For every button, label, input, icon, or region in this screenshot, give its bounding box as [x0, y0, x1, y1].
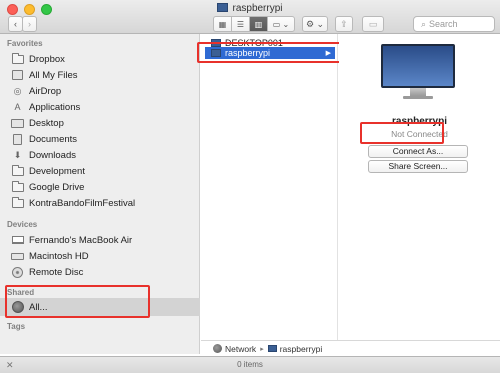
column-view-icon: ▥	[254, 19, 263, 29]
computer-icon	[211, 39, 221, 47]
path-bar: Network ▸ raspberrypi	[201, 340, 500, 356]
column-browser: DESKTOP001 raspberrypi ▶	[201, 34, 338, 340]
icon-view-button[interactable]: ▦	[213, 16, 231, 32]
sidebar-item-label: Dropbox	[29, 53, 65, 65]
gear-icon: ⚙ ⌄	[305, 18, 325, 29]
sidebar-item-label: KontraBandoFilmFestival	[29, 197, 136, 209]
preview-computer-name: raspberrypi	[391, 116, 448, 127]
search-input[interactable]: ⌕ Search	[413, 16, 495, 32]
laptop-icon	[11, 235, 24, 246]
forward-button[interactable]: ›	[22, 16, 37, 32]
sidebar-item-label: All...	[29, 301, 48, 313]
devices-heading: Devices	[7, 220, 38, 229]
desktop-icon	[11, 118, 24, 129]
share-button[interactable]: ⇪	[335, 16, 353, 32]
connect-as-button[interactable]: Connect As...	[368, 145, 468, 158]
sidebar-item-label: Macintosh HD	[29, 250, 89, 262]
sidebar-item-airdrop[interactable]: ◎ AirDrop	[0, 83, 200, 99]
tags-heading: Tags	[7, 322, 26, 331]
path-network[interactable]: Network	[225, 344, 256, 354]
sidebar-item-label: Development	[29, 165, 85, 177]
path-separator-icon: ▸	[260, 345, 264, 353]
sidebar-item-label: Documents	[29, 133, 78, 145]
sidebar-item-kontrabando[interactable]: KontraBandoFilmFestival	[0, 195, 200, 211]
folder-icon	[11, 196, 24, 209]
shared-heading: Shared	[7, 288, 35, 297]
sidebar-item-label: Fernando's MacBook Air	[29, 234, 133, 246]
path-computer[interactable]: raspberrypi	[280, 344, 323, 354]
sidebar-item-macbook-air[interactable]: Fernando's MacBook Air	[0, 232, 200, 248]
sidebar-item-all-my-files[interactable]: All My Files	[0, 67, 200, 83]
list-item-label: raspberrypi	[225, 48, 271, 58]
sidebar-item-desktop[interactable]: Desktop	[0, 115, 200, 131]
disc-icon	[11, 266, 24, 278]
documents-icon	[11, 133, 24, 145]
finder-window: raspberrypi ‹ › ▦ ☰ ▥ ▭ ⌄ ⚙ ⌄ ⇪ ▭ ⌕ Searc…	[0, 0, 500, 373]
computer-icon	[217, 3, 229, 12]
icon-view-icon: ▦	[218, 19, 227, 29]
sidebar-item-downloads[interactable]: ⬇ Downloads	[0, 147, 200, 163]
cover-flow-icon: ▭ ⌄	[272, 19, 290, 29]
sidebar-item-development[interactable]: Development	[0, 163, 200, 179]
search-icon: ⌕	[421, 19, 427, 29]
network-icon	[213, 344, 222, 353]
folder-icon	[11, 164, 24, 177]
display-icon	[381, 44, 455, 100]
view-mode-selector: ▦ ☰ ▥ ▭ ⌄	[213, 16, 295, 32]
sidebar-item-label: Applications	[29, 101, 81, 113]
sidebar: Favorites Dropbox All My Files ◎ AirDrop …	[0, 34, 200, 354]
column-view-button[interactable]: ▥	[249, 16, 267, 32]
sidebar-item-documents[interactable]: Documents	[0, 131, 200, 147]
window-title: raspberrypi	[0, 3, 500, 14]
share-screen-button[interactable]: Share Screen...	[368, 160, 468, 173]
tag-icon: ▭	[368, 18, 378, 29]
sidebar-item-google-drive[interactable]: Google Drive	[0, 179, 200, 195]
list-item-raspberrypi[interactable]: raspberrypi ▶	[205, 47, 335, 59]
preview-pane: raspberrypi Not Connected Connect As... …	[339, 34, 500, 340]
folder-icon	[11, 180, 24, 193]
folder-icon	[11, 52, 24, 65]
downloads-icon: ⬇	[13, 149, 22, 160]
favorites-heading: Favorites	[7, 39, 43, 48]
computer-icon	[267, 345, 277, 352]
sidebar-item-label: Desktop	[29, 117, 64, 129]
chevron-right-icon: ›	[28, 19, 31, 29]
sidebar-item-shared-all[interactable]: All...	[0, 298, 200, 316]
cover-flow-button[interactable]: ▭ ⌄	[267, 16, 295, 32]
search-placeholder: Search	[429, 19, 458, 29]
network-globe-icon	[11, 301, 24, 313]
action-menu-button[interactable]: ⚙ ⌄	[302, 16, 328, 32]
sidebar-item-dropbox[interactable]: Dropbox	[0, 51, 200, 67]
item-count: 0 items	[237, 360, 263, 369]
back-button[interactable]: ‹	[8, 16, 23, 32]
close-icon[interactable]: ✕	[6, 357, 14, 373]
status-bar: ✕ 0 items	[0, 356, 500, 373]
drive-icon	[11, 251, 24, 262]
sidebar-item-label: AirDrop	[29, 85, 62, 97]
sidebar-item-applications[interactable]: A Applications	[0, 99, 200, 115]
sidebar-item-macintosh-hd[interactable]: Macintosh HD	[0, 248, 200, 264]
tag-button[interactable]: ▭	[362, 16, 384, 32]
airdrop-icon: ◎	[13, 85, 22, 96]
sidebar-item-remote-disc[interactable]: Remote Disc	[0, 264, 200, 280]
preview-connection-status: Not Connected	[391, 129, 448, 139]
computer-icon	[211, 49, 221, 57]
sidebar-item-label: All My Files	[29, 69, 78, 81]
window-title-text: raspberrypi	[232, 3, 283, 14]
applications-icon: A	[14, 102, 21, 112]
disclosure-arrow-icon: ▶	[325, 50, 331, 57]
share-icon: ⇪	[340, 18, 348, 29]
title-bar: raspberrypi ‹ › ▦ ☰ ▥ ▭ ⌄ ⚙ ⌄ ⇪ ▭ ⌕ Searc…	[0, 0, 500, 34]
list-view-button[interactable]: ☰	[231, 16, 249, 32]
sidebar-item-label: Remote Disc	[29, 266, 84, 278]
list-view-icon: ☰	[236, 19, 245, 29]
sidebar-item-label: Downloads	[29, 149, 76, 161]
chevron-left-icon: ‹	[14, 19, 17, 29]
sidebar-item-label: Google Drive	[29, 181, 85, 193]
files-icon	[11, 70, 24, 81]
